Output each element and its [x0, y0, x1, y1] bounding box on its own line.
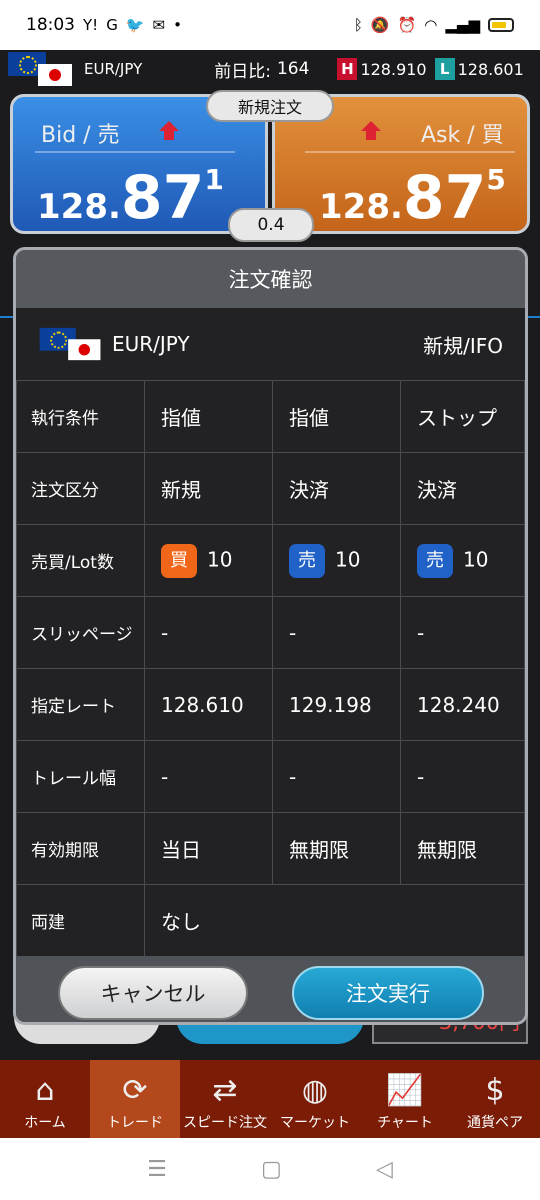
eur-jpy-flags-icon — [8, 52, 74, 86]
alarm-icon: ⏰ — [397, 16, 417, 34]
nav-item-trade[interactable]: ⟳ トレード — [90, 1060, 180, 1138]
order-details-table: 執行条件 指値 指値 ストップ 注文区分 新規 決済 決済 売買/Lot数 買1… — [16, 380, 525, 957]
chart-icon: 📈 — [386, 1073, 424, 1108]
notification-dot: • — [173, 16, 182, 34]
ask-price: 128.875 — [319, 163, 506, 233]
order-confirm-dialog: 注文確認 EUR/JPY 新規/IFO 執行条件 指値 指値 ストップ 注文区分… — [13, 247, 528, 1025]
buy-badge: 買 — [161, 543, 197, 578]
high-badge: H — [337, 58, 358, 80]
ask-sub-label: 買 — [481, 123, 504, 148]
signal-icon: ▂▄▆ — [445, 16, 480, 34]
home-icon: ⌂ — [35, 1073, 55, 1108]
sell-badge: 売 — [417, 543, 453, 578]
clock: 18:03 — [26, 15, 75, 35]
google-icon: G — [106, 16, 118, 34]
table-row: スリッページ - - - — [16, 596, 525, 669]
dialog-footer: キャンセル 注文実行 — [16, 956, 525, 1022]
currency-pair-icon: $ — [485, 1073, 505, 1108]
low-badge: L — [434, 58, 455, 80]
dialog-title: 注文確認 — [16, 250, 525, 308]
table-row: トレール幅 - - - — [16, 740, 525, 813]
mail-icon: ✉ — [152, 16, 166, 34]
spread-value: 0.4 — [228, 208, 314, 242]
wifi-icon: ◠ — [424, 16, 438, 34]
table-row: 売買/Lot数 買 10 売 10 売 10 — [16, 524, 525, 597]
table-row: 執行条件 指値 指値 ストップ — [16, 380, 525, 453]
bottom-nav: ⌂ ホーム ⟳ トレード ⇄ スピード注文 ◍ マーケット 📈 チャート $ 通貨ペア — [0, 1060, 540, 1138]
back-icon[interactable]: ◁ — [376, 1157, 393, 1182]
bid-label: Bid — [41, 123, 77, 148]
up-arrow-icon — [361, 121, 381, 131]
dialog-pair-name: EUR/JPY — [112, 332, 190, 356]
ask-label: Ask — [421, 123, 461, 148]
recent-apps-icon[interactable]: ☰ — [147, 1157, 167, 1182]
table-row: 注文区分 新規 決済 決済 — [16, 452, 525, 525]
bluetooth-icon: ᛒ — [353, 16, 363, 34]
new-order-badge[interactable]: 新規注文 — [206, 90, 334, 122]
pair-name: EUR/JPY — [84, 60, 143, 78]
speed-order-icon: ⇄ — [212, 1073, 238, 1108]
dialog-pair-row: EUR/JPY 新規/IFO — [16, 308, 525, 380]
low-value: 128.601 — [457, 59, 524, 79]
nav-item-currency-pair[interactable]: $ 通貨ペア — [450, 1060, 540, 1138]
up-arrow-icon — [159, 121, 179, 131]
order-type: 新規/IFO — [423, 333, 503, 358]
system-nav-bar: ☰ ▢ ◁ — [0, 1138, 540, 1200]
globe-icon: ◍ — [301, 1073, 329, 1108]
battery-icon — [488, 18, 514, 32]
mute-icon: 🔕 — [370, 16, 390, 34]
cancel-button[interactable]: キャンセル — [58, 966, 248, 1020]
table-row: 両建 なし — [16, 884, 525, 957]
nav-item-speed-order[interactable]: ⇄ スピード注文 — [180, 1060, 270, 1138]
home-button-icon[interactable]: ▢ — [261, 1157, 282, 1182]
pair-header: EUR/JPY 前日比: 164 H 128.910 L 128.601 — [0, 50, 540, 88]
eur-jpy-flags-icon — [39, 327, 103, 361]
nav-item-home[interactable]: ⌂ ホーム — [0, 1060, 90, 1138]
trade-icon: ⟳ — [122, 1073, 148, 1108]
execute-order-button[interactable]: 注文実行 — [292, 966, 484, 1020]
high-value: 128.910 — [360, 59, 427, 79]
status-bar: 18:03 Y! G 🐦 ✉ • ᛒ 🔕 ⏰ ◠ ▂▄▆ — [0, 0, 540, 50]
bid-sub-label: 売 — [97, 123, 120, 148]
bid-price: 128.871 — [37, 163, 224, 233]
twitter-icon: 🐦 — [125, 16, 145, 34]
nav-item-market[interactable]: ◍ マーケット — [270, 1060, 360, 1138]
change-label: 前日比: — [214, 61, 271, 82]
change-value: 164 — [276, 59, 310, 79]
table-row: 有効期限 当日 無期限 無期限 — [16, 812, 525, 885]
sell-badge: 売 — [289, 543, 325, 578]
yahoo-icon: Y! — [83, 16, 99, 34]
table-row: 指定レート 128.610 129.198 128.240 — [16, 668, 525, 741]
nav-item-chart[interactable]: 📈 チャート — [360, 1060, 450, 1138]
